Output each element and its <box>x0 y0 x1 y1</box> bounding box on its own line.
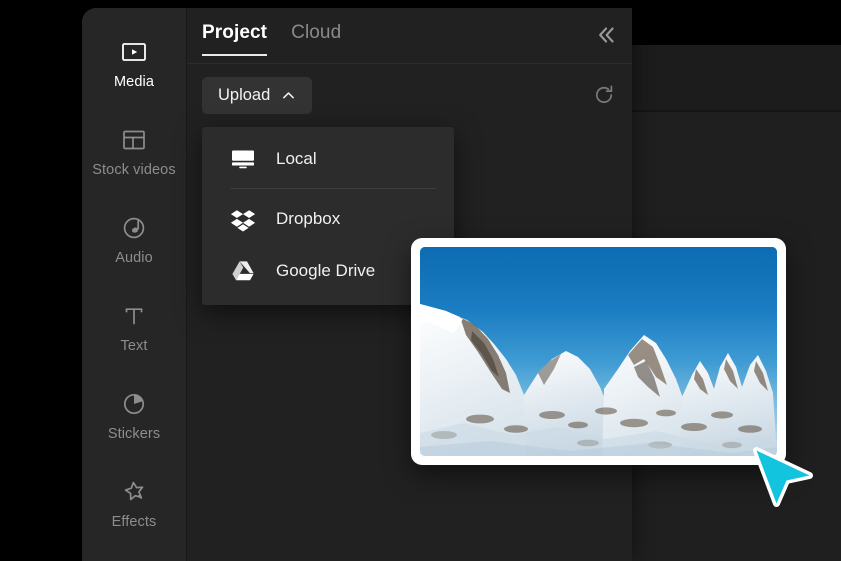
upload-button-label: Upload <box>218 86 271 104</box>
tab-project[interactable]: Project <box>202 22 268 56</box>
media-thumbnail-image <box>420 247 777 456</box>
stickers-circle-icon <box>120 390 148 418</box>
sidebar-item-label: Stickers <box>107 426 161 443</box>
stock-videos-layout-icon <box>120 126 148 154</box>
tab-bar: Project Cloud <box>202 22 341 56</box>
upload-menu-item-label: Google Drive <box>276 261 376 280</box>
upload-menu-item-dropbox[interactable]: Dropbox <box>202 193 454 245</box>
chevron-double-left-icon <box>599 27 614 43</box>
dropbox-icon <box>230 206 256 232</box>
sidebar-item-stock-videos[interactable]: Stock videos <box>82 108 186 196</box>
background-panel-divider <box>631 110 841 112</box>
sidebar-item-audio[interactable]: Audio <box>82 196 186 284</box>
chevron-up-icon <box>283 92 295 99</box>
screen-root: Media Stock videos Audio Text Stickers E… <box>0 0 841 561</box>
sidebar-item-label: Effects <box>111 514 157 531</box>
refresh-icon <box>596 85 613 103</box>
google-drive-icon <box>230 258 256 284</box>
media-play-frame-icon <box>120 38 148 66</box>
mountain-illustration <box>420 247 777 456</box>
media-thumbnail-card[interactable] <box>411 238 786 465</box>
effects-sparkle-star-icon <box>120 478 148 506</box>
sidebar-item-stickers[interactable]: Stickers <box>82 372 186 460</box>
sidebar-item-label: Audio <box>115 250 153 267</box>
content-topbar: Project Cloud <box>187 8 632 64</box>
upload-menu-item-label: Dropbox <box>276 209 341 228</box>
sidebar-item-text[interactable]: Text <box>82 284 186 372</box>
content-toolbar: Upload <box>187 64 632 126</box>
sidebar-item-label: Text <box>120 338 148 355</box>
collapse-panel-button[interactable] <box>592 22 618 48</box>
sidebar-item-effects[interactable]: Effects <box>82 460 186 548</box>
audio-note-icon <box>120 214 148 242</box>
text-t-icon <box>120 302 148 330</box>
sidebar: Media Stock videos Audio Text Stickers E… <box>82 8 187 561</box>
monitor-icon <box>230 146 256 172</box>
upload-menu-separator <box>230 188 436 189</box>
upload-menu-item-label: Local <box>276 149 317 168</box>
upload-button[interactable]: Upload <box>202 77 313 114</box>
tab-cloud[interactable]: Cloud <box>291 22 341 56</box>
sidebar-item-media[interactable]: Media <box>82 20 186 108</box>
sidebar-item-label: Stock videos <box>92 162 176 179</box>
sidebar-item-label: Media <box>114 74 154 91</box>
upload-menu-item-local[interactable]: Local <box>202 133 454 185</box>
refresh-button[interactable] <box>590 81 618 109</box>
